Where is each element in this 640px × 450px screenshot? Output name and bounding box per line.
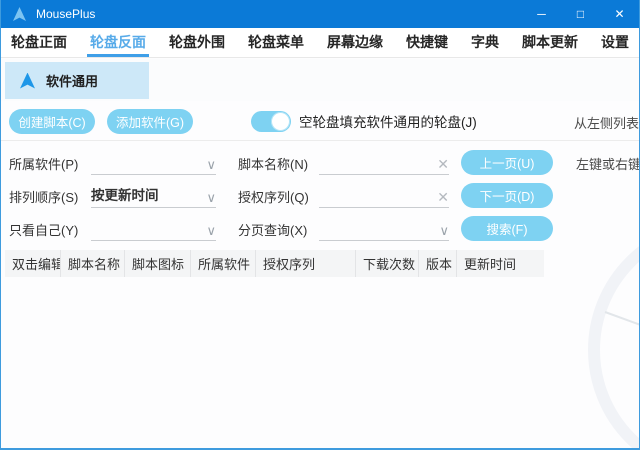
- next-page-button[interactable]: 下一页(D): [461, 183, 553, 208]
- wheel-preview-circle: [588, 219, 640, 450]
- only-mine-select[interactable]: ∨: [91, 215, 216, 241]
- main-tabbar: 轮盘正面 轮盘反面 轮盘外围 轮盘菜单 屏幕边缘 快捷键 字典 脚本更新 设置: [1, 28, 639, 58]
- chevron-down-icon[interactable]: ∨: [206, 224, 216, 237]
- belongs-software-select[interactable]: ∨: [91, 149, 216, 175]
- col-script-icon: 脚本图标: [125, 250, 191, 277]
- tab-hotkeys[interactable]: 快捷键: [398, 28, 456, 57]
- tab-settings[interactable]: 设置: [593, 28, 637, 57]
- toolbar: 创建脚本(C) 添加软件(G) 空轮盘填充软件通用的轮盘(J): [9, 108, 639, 134]
- col-update-time: 更新时间: [457, 250, 544, 277]
- subtab-software-general[interactable]: 软件通用: [5, 62, 149, 99]
- filter-row-3: 只看自己(Y) ∨ 分页查询(X) ∨ 搜索(F): [1, 215, 639, 243]
- script-table-header: 双击编辑 脚本名称 脚本图标 所属软件 授权序列 下载次数 版本 更新时间: [5, 250, 544, 277]
- col-download-count: 下载次数: [356, 250, 419, 277]
- filter-row-2: 排列顺序(S) 按更新时间 ∨ 授权序列(Q) ✕ 下一页(D): [1, 182, 639, 210]
- cursor-triangle-icon: [20, 73, 35, 89]
- tab-wheel-outer[interactable]: 轮盘外围: [161, 28, 233, 57]
- chevron-down-icon[interactable]: ∨: [206, 158, 216, 171]
- minimize-button[interactable]: ─: [522, 0, 561, 28]
- subtab-bar: 软件通用: [1, 59, 639, 101]
- add-software-button[interactable]: 添加软件(G): [107, 109, 193, 134]
- sort-order-value: 按更新时间: [91, 184, 202, 204]
- tab-wheel-front[interactable]: 轮盘正面: [3, 28, 75, 57]
- toggle-knob-icon: [271, 112, 290, 131]
- clear-icon[interactable]: ✕: [437, 157, 449, 171]
- tab-screen-edge[interactable]: 屏幕边缘: [319, 28, 391, 57]
- col-double-click-edit: 双击编辑: [5, 250, 61, 277]
- col-belongs-software: 所属软件: [191, 250, 256, 277]
- prev-page-button[interactable]: 上一页(U): [461, 150, 553, 175]
- fill-wheel-toggle-label: 空轮盘填充软件通用的轮盘(J): [299, 111, 477, 131]
- tab-wheel-back[interactable]: 轮盘反面: [82, 28, 154, 57]
- chevron-down-icon[interactable]: ∨: [206, 191, 216, 204]
- auth-serial-field: ✕: [319, 182, 449, 208]
- script-name-label: 脚本名称(N): [238, 154, 308, 173]
- subtab-label: 软件通用: [46, 71, 98, 90]
- script-name-input[interactable]: [319, 156, 433, 171]
- script-name-field: ✕: [319, 149, 449, 175]
- only-mine-label: 只看自己(Y): [9, 220, 78, 239]
- clear-icon[interactable]: ✕: [437, 190, 449, 204]
- sort-order-select[interactable]: 按更新时间 ∨: [91, 182, 216, 208]
- auth-serial-label: 授权序列(Q): [238, 187, 309, 206]
- sort-order-label: 排列顺序(S): [9, 187, 78, 206]
- maximize-button[interactable]: □: [561, 0, 600, 28]
- mouseplus-logo-icon: [13, 7, 26, 21]
- filter-row-1: 所属软件(P) ∨ 脚本名称(N) ✕ 上一页(U): [1, 149, 639, 177]
- tab-dictionary[interactable]: 字典: [463, 28, 507, 57]
- belongs-software-label: 所属软件(P): [9, 154, 78, 173]
- app-window: MousePlus ─ □ ✕ 轮盘正面 轮盘反面 轮盘外围 轮盘菜单 屏幕边缘…: [0, 0, 640, 450]
- close-button[interactable]: ✕: [600, 0, 639, 28]
- mouse-buttons-hint: 左键或右键: [576, 154, 640, 173]
- search-button[interactable]: 搜索(F): [461, 216, 553, 241]
- titlebar: MousePlus ─ □ ✕: [1, 0, 639, 28]
- auth-serial-input[interactable]: [319, 189, 433, 204]
- tab-script-update[interactable]: 脚本更新: [514, 28, 586, 57]
- col-script-name: 脚本名称: [61, 250, 125, 277]
- chevron-down-icon[interactable]: ∨: [439, 224, 449, 237]
- pagination-query-select[interactable]: ∨: [319, 215, 449, 241]
- pagination-query-label: 分页查询(X): [238, 220, 307, 239]
- window-title: MousePlus: [36, 7, 95, 21]
- left-list-hint: 从左侧列表: [574, 113, 639, 132]
- col-version: 版本: [419, 250, 457, 277]
- toolbar-divider: [1, 140, 639, 141]
- fill-wheel-toggle[interactable]: [251, 111, 291, 132]
- col-auth-serial: 授权序列: [256, 250, 356, 277]
- create-script-button[interactable]: 创建脚本(C): [9, 109, 95, 134]
- tab-wheel-menu[interactable]: 轮盘菜单: [240, 28, 312, 57]
- caption-buttons: ─ □ ✕: [522, 0, 639, 28]
